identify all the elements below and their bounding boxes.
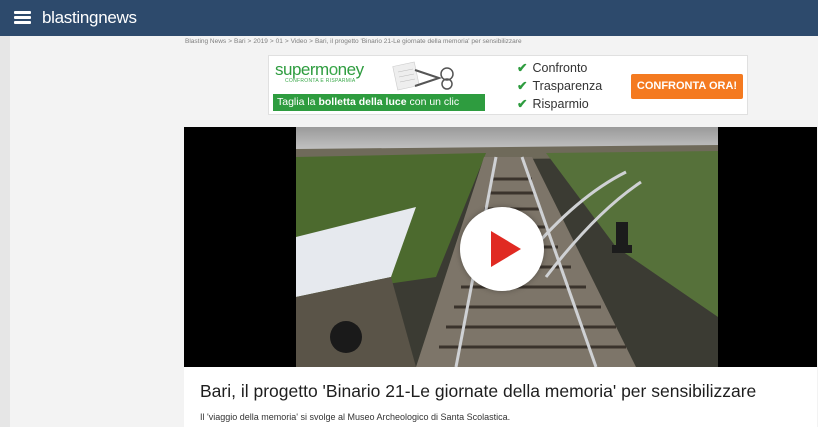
breadcrumb-item-current: Bari, il progetto 'Binario 21-Le giornat… — [314, 38, 522, 45]
play-button[interactable] — [460, 207, 544, 291]
breadcrumb-separator: > — [247, 38, 252, 45]
ad-feature-label: Trasparenza — [532, 79, 603, 93]
ad-tagline: CONFRONTA E RISPARMIA — [285, 78, 356, 84]
ad-feature-list: ✔ Confronto ✔ Trasparenza ✔ Risparmio — [517, 59, 602, 113]
ad-brand-suffix: ney — [337, 60, 364, 79]
ad-feature-item: ✔ Trasparenza — [517, 77, 602, 95]
top-bar: blastingnews — [0, 0, 818, 36]
ad-brand-accent: o — [328, 60, 338, 79]
article-title: Bari, il progetto 'Binario 21-Le giornat… — [200, 381, 757, 401]
article-subtitle: Il 'viaggio della memoria' si svolge al … — [200, 412, 511, 422]
menu-line — [14, 16, 31, 19]
ad-banner-text-bold: bolletta della luce — [318, 96, 407, 108]
ad-brand-logo: supermoney — [275, 60, 364, 80]
breadcrumb: Blasting News > Bari >2019 >01 > Video > Bari, i… — [185, 38, 522, 45]
ad-feature-item: ✔ Risparmio — [517, 95, 602, 113]
ad-feature-label: Confronto — [532, 61, 588, 75]
breadcrumb-item-year[interactable]: 2019 — [253, 38, 267, 45]
ad-banner-text-post: con un clic — [406, 96, 460, 108]
menu-line — [14, 11, 31, 14]
breadcrumb-separator: > — [269, 38, 274, 45]
pliers-icon — [392, 61, 454, 91]
breadcrumb-item-month[interactable]: 01 — [276, 38, 283, 45]
ad-offer-banner[interactable]: Taglia la bolletta della luce con un cli… — [273, 94, 485, 111]
checkmark-icon: ✔ — [517, 97, 528, 111]
breadcrumb-separator: > — [284, 38, 289, 45]
breadcrumb-item-section[interactable]: Video — [291, 38, 308, 45]
hamburger-menu-icon[interactable] — [14, 11, 31, 25]
confronta-ora-button[interactable]: CONFRONTA ORA! — [631, 74, 743, 99]
breadcrumb-item-city[interactable]: Bari — [234, 38, 246, 45]
video-player[interactable] — [184, 127, 817, 367]
supermoney-ad-banner[interactable]: supermoney CONFRONTA E RISPARMIA Taglia … — [268, 55, 748, 115]
breadcrumb-separator: > — [309, 38, 313, 45]
ad-banner-text-pre: Taglia la — [277, 96, 319, 108]
menu-line — [14, 21, 31, 24]
play-button-icon — [491, 231, 521, 267]
checkmark-icon: ✔ — [517, 61, 528, 75]
left-gutter — [0, 36, 10, 427]
breadcrumb-separator: > — [228, 38, 232, 45]
checkmark-icon: ✔ — [517, 79, 528, 93]
article-header: Bari, il progetto 'Binario 21-Le giornat… — [184, 367, 817, 427]
ad-feature-item: ✔ Confronto — [517, 59, 602, 77]
ad-brand-prefix: superm — [275, 60, 329, 79]
site-logo[interactable]: blastingnews — [42, 8, 137, 28]
ad-feature-label: Risparmio — [532, 97, 589, 111]
breadcrumb-item-home[interactable]: Blasting News — [185, 38, 226, 45]
